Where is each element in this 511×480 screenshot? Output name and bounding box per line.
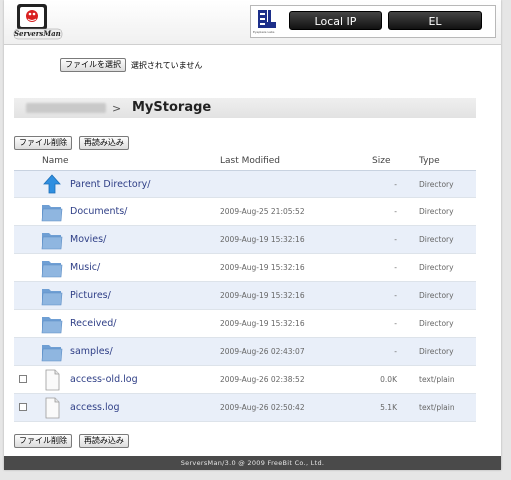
- table-row[interactable]: access.log 2009-Aug-26 02:50:42 5.1K text/p…: [14, 394, 476, 422]
- row-type: text/plain: [419, 375, 455, 384]
- row-size: -: [394, 291, 397, 300]
- file-icon[interactable]: [40, 397, 64, 419]
- el-logo-caption: Eyeplaze Labs: [253, 30, 275, 34]
- row-modified: 2009-Aug-25 21:05:52: [220, 207, 305, 216]
- folder-icon[interactable]: [40, 341, 64, 363]
- row-type: Directory: [419, 347, 454, 356]
- row-type: text/plain: [419, 403, 455, 412]
- folder-icon[interactable]: [40, 313, 64, 335]
- row-size: -: [394, 319, 397, 328]
- row-size: 0.0K: [380, 375, 397, 384]
- row-modified: 2009-Aug-19 15:32:16: [220, 319, 305, 328]
- folder-icon[interactable]: [40, 285, 64, 307]
- table-row[interactable]: samples/2009-Aug-26 02:43:07 - Directory: [14, 338, 476, 366]
- header-name[interactable]: Name: [42, 156, 69, 166]
- header-modified[interactable]: Last Modified: [220, 156, 280, 166]
- row-type: Directory: [419, 291, 454, 300]
- header-controls: Eyeplaze Labs Local IP EL: [250, 5, 496, 38]
- row-checkbox[interactable]: [19, 403, 27, 411]
- row-size: 5.1K: [380, 403, 397, 412]
- row-type: Directory: [419, 207, 454, 216]
- row-name-link[interactable]: access-old.log: [70, 374, 138, 385]
- row-type: Directory: [419, 263, 454, 272]
- table-row[interactable]: Documents/2009-Aug-25 21:05:52 - Directory: [14, 198, 476, 226]
- table-header: Name Last Modified Size Type: [14, 153, 476, 170]
- row-modified: 2009-Aug-19 15:32:16: [220, 235, 305, 244]
- delete-files-button[interactable]: ファイル削除: [14, 136, 72, 150]
- row-name-link[interactable]: Music/: [70, 262, 100, 273]
- row-size: -: [394, 207, 397, 216]
- file-table: Name Last Modified Size Type Parent Dire…: [14, 153, 476, 422]
- row-modified: 2009-Aug-26 02:50:42: [220, 403, 305, 412]
- row-size: -: [394, 263, 397, 272]
- row-name-link[interactable]: access.log: [70, 402, 120, 413]
- folder-icon[interactable]: [40, 201, 64, 223]
- upload-status: 選択されていません: [130, 60, 203, 70]
- breadcrumb-root-blurred[interactable]: [26, 103, 106, 113]
- footer: ServersMan/3.0 @ 2009 FreeBit Co., Ltd.: [4, 456, 501, 470]
- reload-button-bottom[interactable]: 再読み込み: [78, 434, 129, 448]
- file-icon[interactable]: [40, 369, 64, 391]
- row-modified: 2009-Aug-26 02:43:07: [220, 347, 305, 356]
- row-name-link[interactable]: Movies/: [70, 234, 106, 245]
- row-size: -: [394, 347, 397, 356]
- header-type[interactable]: Type: [419, 156, 440, 166]
- header: ServersMan Eyeplaze Labs Local IP EL: [4, 0, 501, 45]
- reload-button[interactable]: 再読み込み: [78, 136, 129, 150]
- row-name-link[interactable]: Parent Directory/: [70, 179, 150, 190]
- breadcrumb-separator: >: [112, 102, 122, 115]
- up-arrow-icon[interactable]: [40, 174, 64, 196]
- row-size: -: [394, 180, 397, 189]
- row-modified: 2009-Aug-26 02:38:52: [220, 375, 305, 384]
- actions-bottom: ファイル削除 再読み込み: [14, 434, 133, 448]
- row-type: Directory: [419, 235, 454, 244]
- logo-text: ServersMan: [14, 29, 61, 38]
- row-modified: 2009-Aug-19 15:32:16: [220, 263, 305, 272]
- breadcrumb-current: MyStorage: [132, 100, 212, 115]
- header-size[interactable]: Size: [372, 156, 390, 166]
- table-row[interactable]: Movies/2009-Aug-19 15:32:16 - Directory: [14, 226, 476, 254]
- choose-file-button[interactable]: ファイルを選択: [60, 58, 126, 72]
- row-type: Directory: [419, 319, 454, 328]
- folder-icon[interactable]: [40, 229, 64, 251]
- table-row[interactable]: Pictures/2009-Aug-19 15:32:16 - Directory: [14, 282, 476, 310]
- folder-icon[interactable]: [40, 257, 64, 279]
- row-name-link[interactable]: Received/: [70, 318, 116, 329]
- row-name-link[interactable]: samples/: [70, 346, 113, 357]
- breadcrumb: > MyStorage: [14, 98, 476, 118]
- actions-top: ファイル削除 再読み込み: [14, 136, 133, 150]
- page: ServersMan Eyeplaze Labs Local IP EL ファイ…: [4, 0, 501, 470]
- table-row[interactable]: Parent Directory/ - Directory: [14, 170, 476, 198]
- table-row[interactable]: Received/2009-Aug-19 15:32:16 - Directory: [14, 310, 476, 338]
- delete-files-button-bottom[interactable]: ファイル削除: [14, 434, 72, 448]
- row-name-link[interactable]: Documents/: [70, 206, 127, 217]
- el-button[interactable]: EL: [388, 11, 482, 30]
- table-body: Parent Directory/- Directory Documents/200…: [14, 170, 476, 422]
- table-row[interactable]: Music/2009-Aug-19 15:32:16 - Directory: [14, 254, 476, 282]
- local-ip-button[interactable]: Local IP: [289, 11, 382, 30]
- row-type: Directory: [419, 180, 454, 189]
- row-size: -: [394, 235, 397, 244]
- table-row[interactable]: access-old.log 2009-Aug-26 02:38:52 0.0K te…: [14, 366, 476, 394]
- row-name-link[interactable]: Pictures/: [70, 290, 111, 301]
- row-checkbox[interactable]: [19, 375, 27, 383]
- row-modified: 2009-Aug-19 15:32:16: [220, 291, 305, 300]
- upload-row: ファイルを選択 選択されていません: [60, 58, 202, 74]
